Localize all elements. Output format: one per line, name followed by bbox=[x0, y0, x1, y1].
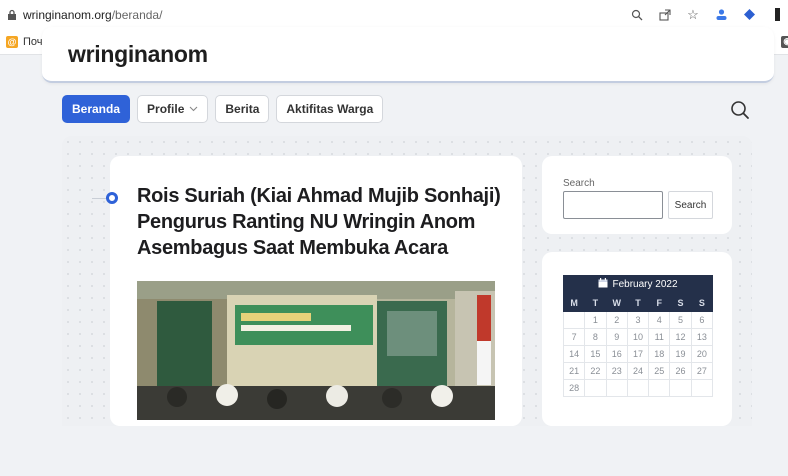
calendar-empty-cell bbox=[626, 379, 650, 397]
share-icon[interactable] bbox=[658, 8, 672, 22]
calendar-day: 9 bbox=[605, 328, 628, 346]
calendar-empty-cell bbox=[562, 311, 586, 329]
calendar-day: 1 bbox=[584, 311, 607, 329]
calendar-day: 26 bbox=[669, 362, 692, 380]
search-button[interactable]: Search bbox=[668, 191, 713, 219]
calendar-day: 19 bbox=[669, 345, 692, 363]
calendar-day: 14 bbox=[562, 345, 586, 363]
calendar-weekday: M bbox=[562, 294, 586, 312]
calendar-day: 17 bbox=[626, 345, 650, 363]
calendar-day: 15 bbox=[584, 345, 607, 363]
calendar-day: 5 bbox=[669, 311, 692, 329]
calendar-weekday: T bbox=[626, 294, 650, 312]
calendar-day: 6 bbox=[690, 311, 714, 329]
calendar-grid: M T W T F S S 1 2 3 4 5 6 7 8 9 10 11 12 13 14 15 16 17 18 19 20 21… bbox=[562, 294, 714, 397]
url-host: wringinanom.org bbox=[23, 7, 112, 22]
calendar-weekday: W bbox=[605, 294, 628, 312]
calendar-day: 10 bbox=[626, 328, 650, 346]
calendar-day: 16 bbox=[605, 345, 628, 363]
url-path: /beranda/ bbox=[111, 7, 163, 22]
site-title[interactable]: wringinanom bbox=[68, 41, 208, 68]
nav-item-label: Profile bbox=[147, 102, 185, 116]
nav-item-profile[interactable]: Profile bbox=[137, 95, 209, 123]
calendar-day: 22 bbox=[584, 362, 607, 380]
calendar-day: 28 bbox=[562, 379, 586, 397]
calendar-day: 8 bbox=[584, 328, 607, 346]
calendar-empty-cell bbox=[584, 379, 607, 397]
extension-icon[interactable] bbox=[742, 8, 756, 22]
star-icon[interactable]: ☆ bbox=[686, 7, 700, 22]
article-title[interactable]: Rois Suriah (Kiai Ahmad Mujib Sonhaji) P… bbox=[137, 183, 507, 261]
calendar-day: 7 bbox=[562, 328, 586, 346]
calendar-day: 27 bbox=[690, 362, 714, 380]
timeline-dot bbox=[106, 192, 118, 204]
article-photo bbox=[137, 281, 495, 420]
search-icon[interactable] bbox=[730, 100, 750, 120]
calendar-empty-cell bbox=[669, 379, 692, 397]
calendar-day: 11 bbox=[648, 328, 671, 346]
calendar-day: 3 bbox=[626, 311, 650, 329]
main-nav: Beranda Profile Berita Aktifitas Warga bbox=[62, 95, 384, 125]
nav-item-label: Aktifitas Warga bbox=[286, 102, 374, 116]
calendar-weekday: S bbox=[690, 294, 714, 312]
bookmark-item[interactable]: ◉Search for "se bbox=[781, 35, 788, 48]
calendar-day: 21 bbox=[562, 362, 586, 380]
nav-item-beranda[interactable]: Beranda bbox=[62, 95, 131, 123]
calendar-day: 2 bbox=[605, 311, 628, 329]
calendar-icon bbox=[598, 278, 608, 291]
calendar-weekday: T bbox=[584, 294, 607, 312]
calendar-weekday: S bbox=[669, 294, 692, 312]
profile-icon[interactable] bbox=[714, 8, 728, 22]
globe-icon: ◉ bbox=[781, 35, 788, 48]
calendar-day: 18 bbox=[648, 345, 671, 363]
calendar-empty-cell bbox=[690, 379, 714, 397]
calendar-day: 24 bbox=[626, 362, 650, 380]
calendar-empty-cell bbox=[648, 379, 671, 397]
search-input[interactable] bbox=[563, 191, 663, 219]
site-header: wringinanom bbox=[42, 27, 774, 83]
calendar-day: 23 bbox=[605, 362, 628, 380]
calendar-weekday: F bbox=[648, 294, 671, 312]
calendar-day: 4 bbox=[648, 311, 671, 329]
calendar-day: 12 bbox=[669, 328, 692, 346]
nav-item-berita[interactable]: Berita bbox=[215, 95, 270, 123]
lock-icon bbox=[6, 9, 18, 21]
nav-item-label: Beranda bbox=[72, 102, 121, 116]
calendar-day: 13 bbox=[690, 328, 714, 346]
zoom-icon[interactable] bbox=[630, 8, 644, 22]
search-widget-label: Search bbox=[563, 178, 595, 189]
address-bar[interactable]: wringinanom.org/beranda/ ☆ bbox=[0, 0, 788, 29]
calendar-month: February 2022 bbox=[612, 279, 678, 290]
calendar-empty-cell bbox=[605, 379, 628, 397]
nav-item-aktifitas-warga[interactable]: Aktifitas Warga bbox=[276, 95, 384, 123]
chevron-down-icon bbox=[189, 104, 198, 115]
calendar-day: 25 bbox=[648, 362, 671, 380]
nav-item-label: Berita bbox=[225, 102, 260, 116]
menu-icon[interactable] bbox=[770, 8, 784, 22]
mail-ru-icon: @ bbox=[6, 35, 18, 48]
article-image[interactable] bbox=[137, 281, 495, 420]
calendar-day: 20 bbox=[690, 345, 714, 363]
calendar-caption: February 2022 bbox=[563, 275, 713, 294]
